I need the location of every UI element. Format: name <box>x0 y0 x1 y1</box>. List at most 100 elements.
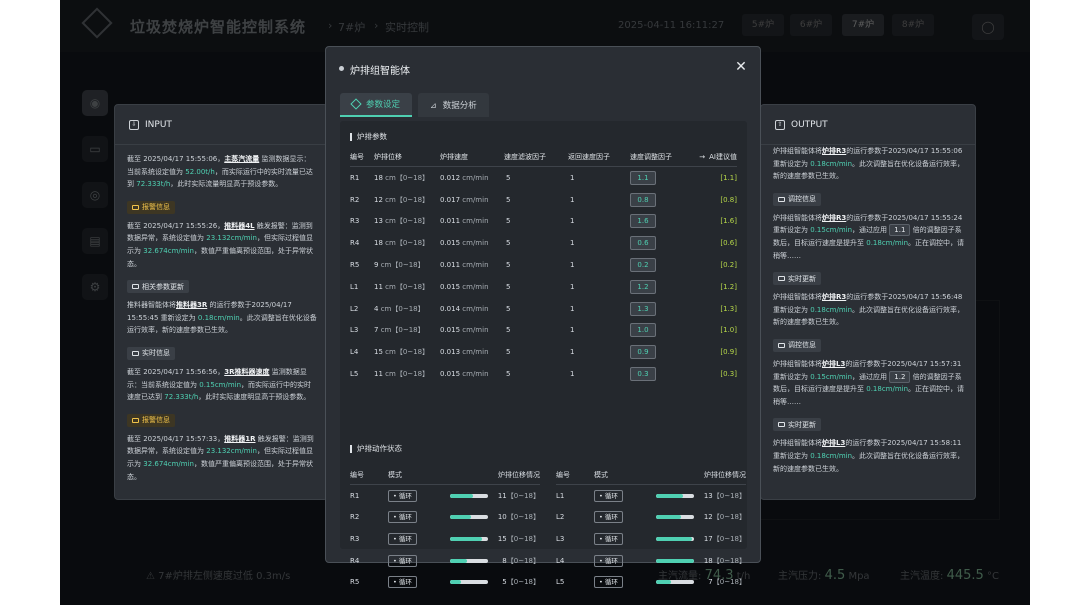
param-speed: 0.017 cm/min <box>440 196 504 204</box>
mode-badge[interactable]: • 循环 <box>594 489 623 502</box>
settings-icon[interactable]: ⚙ <box>82 274 108 300</box>
param-return-factor: 1 <box>570 261 575 270</box>
furnace-tab[interactable]: 8#炉 <box>892 14 934 36</box>
param-speed-value: 0.015 <box>440 326 461 335</box>
param-speed-unit: cm/min <box>462 239 489 248</box>
displacement-bar <box>450 536 488 541</box>
displacement-value: 17 <box>703 534 713 543</box>
param-adjust-input[interactable]: 1.6 <box>630 214 656 229</box>
message-device-link[interactable]: 炉排R3 <box>822 147 846 155</box>
param-adjust-input[interactable]: 0.8 <box>630 192 656 207</box>
breadcrumb-item[interactable]: 7#炉 <box>338 19 365 35</box>
param-filter-factor: 5 <box>506 370 511 379</box>
param-id: L5 <box>350 370 359 379</box>
action-displacement: 10【0~18】 <box>438 512 540 522</box>
displacement-readout: 17【0~18】 <box>698 534 746 544</box>
action-mode-cell: • 循环 <box>594 554 644 567</box>
action-table-header: 编号 模式 炉排位移情况 <box>350 465 540 485</box>
document-icon: ⇩ <box>129 119 139 130</box>
tab-data-analysis[interactable]: ⊿ 数据分析 <box>418 93 489 117</box>
param-ai-value: [0.9] <box>720 348 737 357</box>
message-device-link[interactable]: 主蒸汽流量 <box>224 155 259 163</box>
param-displacement: 13 cm【0~18】 <box>374 216 440 226</box>
message-tag: 调控信息 <box>773 338 821 352</box>
param-speed: 0.014 cm/min <box>440 305 504 313</box>
mode-badge[interactable]: • 循环 <box>388 532 417 545</box>
message-device-link[interactable]: 3R推料器速度 <box>224 368 269 376</box>
export-icon: ⇧ <box>775 119 785 130</box>
param-adjust-input[interactable]: 1.3 <box>630 301 656 316</box>
param-filter-factor: 5 <box>506 326 511 335</box>
col-id: 编号 <box>556 470 570 479</box>
action-id: L1 <box>556 491 565 500</box>
message-device-link[interactable]: 炉排L3 <box>822 360 845 368</box>
displacement-bar-fill <box>450 558 467 563</box>
displacement-bar <box>656 536 694 541</box>
action-displacement: 13【0~18】 <box>644 491 746 501</box>
mode-badge[interactable]: • 循环 <box>388 489 417 502</box>
message-icon <box>778 276 785 282</box>
param-speed: 0.015 cm/min <box>440 283 504 291</box>
message-device-link[interactable]: 炉排R3 <box>822 293 846 301</box>
user-icon[interactable]: ◯ <box>972 14 1004 40</box>
mode-badge[interactable]: • 循环 <box>594 532 623 545</box>
displacement-readout: 7【0~18】 <box>698 577 746 587</box>
report-icon[interactable]: ▤ <box>82 228 108 254</box>
param-adjust-cell: 0.9 <box>630 345 687 360</box>
monitor-icon[interactable]: ▭ <box>82 136 108 162</box>
tab-param-settings[interactable]: 参数设定 <box>340 93 413 117</box>
message-text: 推料器智能体将推料器3R 的运行参数于2025/04/17 15:55:45 重… <box>127 299 317 337</box>
message-device-link[interactable]: 推料器1R <box>224 435 255 443</box>
param-adjust-input[interactable]: 0.2 <box>630 258 656 273</box>
mode-badge[interactable]: • 循环 <box>594 576 623 589</box>
message-device-link[interactable]: 推料器4L <box>224 222 254 230</box>
message-value: 0.18cm/min <box>810 305 853 314</box>
param-adjust-input[interactable]: 0.6 <box>630 236 656 251</box>
status-label: 主汽压力: <box>778 571 822 582</box>
param-displacement: 15 cm【0~18】 <box>374 347 440 357</box>
mode-badge[interactable]: • 循环 <box>594 554 623 567</box>
param-row: R4 18 cm【0~18】 0.015 cm/min 5 1 0.6 [0.6] <box>350 232 737 254</box>
message-device-link[interactable]: 推料器3R <box>176 301 207 309</box>
param-speed-unit: cm/min <box>462 261 489 270</box>
displacement-value: 15 <box>497 534 507 543</box>
param-id: R5 <box>350 261 360 270</box>
param-adjust-cell: 1.6 <box>630 214 687 229</box>
mode-badge[interactable]: • 循环 <box>594 511 623 524</box>
mode-badge[interactable]: • 循环 <box>388 576 417 589</box>
param-adjust-input[interactable]: 1.1 <box>630 170 656 185</box>
message-value: 0.15cm/min <box>810 226 853 235</box>
furnace-tab-active[interactable]: 7#炉 <box>842 14 884 36</box>
param-adjust-input[interactable]: 1.0 <box>630 323 656 338</box>
param-displacement-value: 11 <box>374 282 383 291</box>
message-icon <box>132 417 139 423</box>
view-icon[interactable]: ◎ <box>82 182 108 208</box>
param-table-header: 编号 炉排位移 炉排速度 速度滤波因子 返回速度因子 速度调整因子 → AI建议值 <box>350 147 737 167</box>
action-displacement: 5【0~18】 <box>438 577 540 587</box>
param-displacement-range: 【0~18】 <box>395 370 430 379</box>
param-displacement: 11 cm【0~18】 <box>374 369 440 379</box>
message-device-link[interactable]: 炉排R3 <box>822 214 846 222</box>
param-row: R2 12 cm【0~18】 0.017 cm/min 5 1 0.8 [0.8] <box>350 189 737 211</box>
action-table-left: 编号 模式 炉排位移情况 R1 • 循环 11【0~18】 R2 • 循环 10【0~18… <box>350 465 540 593</box>
param-adjust-input[interactable]: 0.9 <box>630 345 656 360</box>
param-adjust-input[interactable]: 1.2 <box>630 279 656 294</box>
mode-badge[interactable]: • 循环 <box>388 511 417 524</box>
message-device-link[interactable]: 炉排L3 <box>822 439 845 447</box>
param-adjust-input[interactable]: 0.3 <box>630 367 656 382</box>
param-id: L2 <box>350 304 359 313</box>
message-fragment: 炉排组智能体将 <box>773 293 822 302</box>
param-return-factor: 1 <box>570 370 575 379</box>
furnace-tab[interactable]: 5#炉 <box>742 14 784 36</box>
displacement-bar-fill <box>450 580 461 585</box>
dashboard-icon[interactable]: ◉ <box>82 90 108 116</box>
col-ai: → AI建议值 <box>687 152 737 162</box>
message-text: 炉排组智能体将炉排R3的运行参数于2025/04/17 15:55:06 重新设… <box>773 145 965 183</box>
message-text: 炉排组智能体将炉排R3的运行参数于2025/04/17 15:55:24 重新设… <box>773 212 965 262</box>
furnace-tab[interactable]: 6#炉 <box>790 14 832 36</box>
mode-badge[interactable]: • 循环 <box>388 554 417 567</box>
close-icon[interactable]: ✕ <box>732 58 750 76</box>
input-panel-title: INPUT <box>145 119 172 130</box>
title-dot-icon <box>339 66 344 71</box>
param-id: L4 <box>350 348 359 357</box>
